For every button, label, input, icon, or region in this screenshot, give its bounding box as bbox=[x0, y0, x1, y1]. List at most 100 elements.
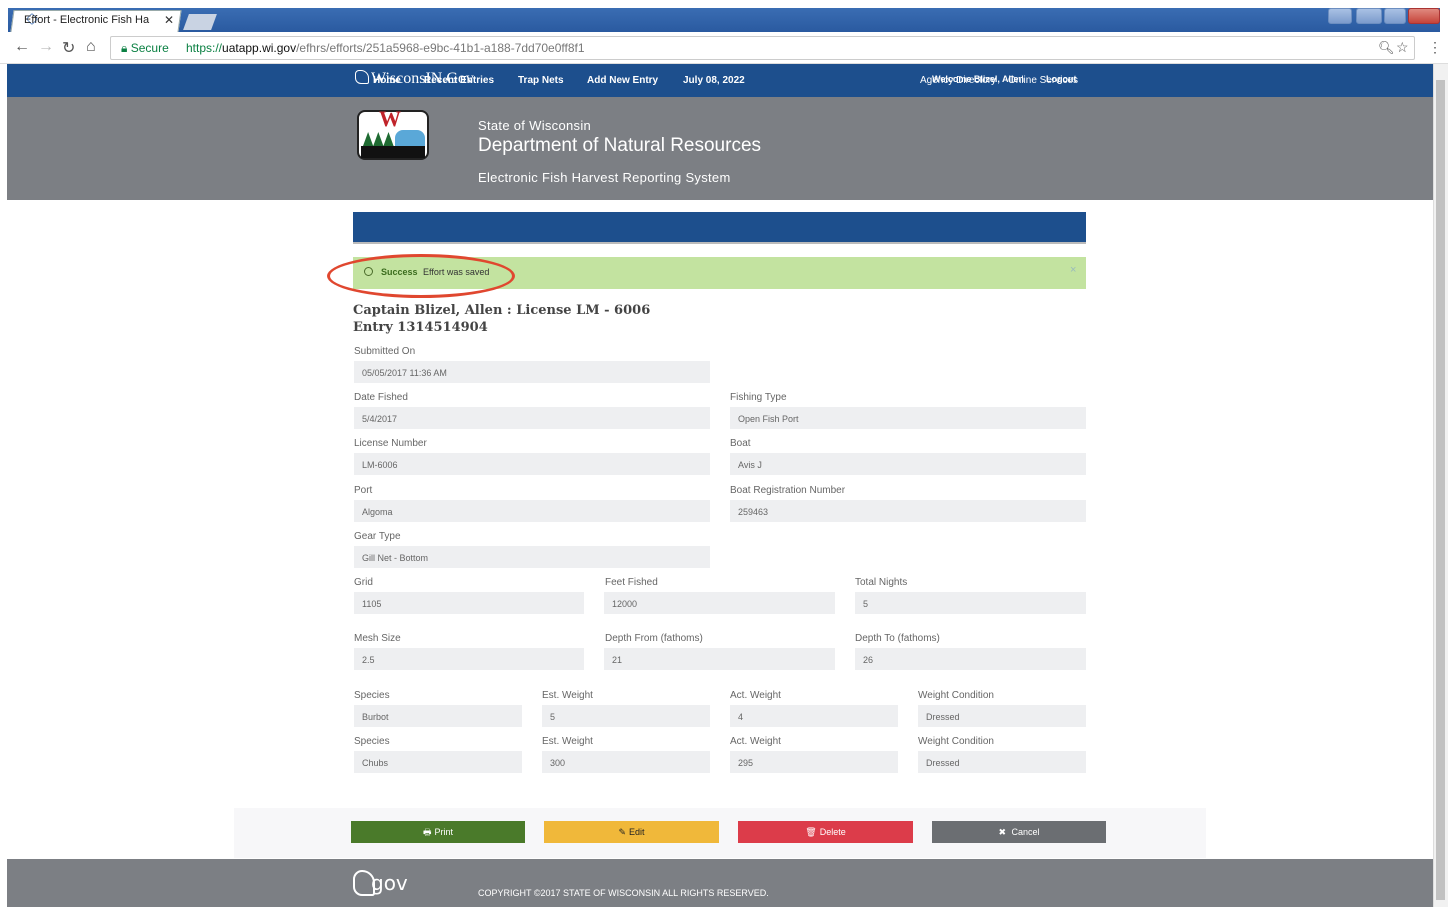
tab-close-icon[interactable]: ✕ bbox=[164, 13, 174, 27]
license-number-field: LM-6006 bbox=[354, 453, 710, 475]
depth-to-label: Depth To (fathoms) bbox=[855, 633, 940, 644]
page-footer bbox=[7, 859, 1433, 907]
close-icon: ✖ bbox=[998, 827, 1006, 837]
grid-label: Grid bbox=[354, 577, 373, 588]
edit-icon: ✎ bbox=[618, 827, 627, 837]
forward-icon[interactable]: → bbox=[38, 38, 54, 56]
depth-from-field: 21 bbox=[604, 648, 835, 670]
nav-trap-nets[interactable]: Trap Nets bbox=[518, 75, 564, 86]
fishing-type-label: Fishing Type bbox=[730, 392, 787, 403]
footer-gov-logo: gov bbox=[353, 870, 408, 896]
browser-menu-icon[interactable]: ⋮ bbox=[1428, 39, 1442, 56]
nav-home[interactable]: Home bbox=[373, 75, 401, 86]
nav-date: July 08, 2022 bbox=[683, 75, 745, 86]
delete-label: Delete bbox=[819, 827, 846, 837]
total-nights-field: 5 bbox=[855, 592, 1086, 614]
submitted-on-field: 05/05/2017 11:36 AM bbox=[354, 361, 710, 383]
entry-number: Entry 1314514904 bbox=[353, 320, 488, 335]
feet-fished-label: Feet Fished bbox=[605, 577, 658, 588]
est-weight-label: Est. Weight bbox=[542, 690, 593, 701]
url-text[interactable]: https://uatapp.wi.gov/efhrs/efforts/251a… bbox=[186, 41, 585, 55]
wisconsin-map-icon bbox=[355, 70, 369, 84]
lock-icon: 🔒︎ bbox=[121, 41, 128, 55]
est-weight-field: 300 bbox=[542, 751, 710, 773]
cancel-button[interactable]: ✖ Cancel bbox=[932, 821, 1106, 843]
url-host: uatapp.wi.gov bbox=[222, 41, 297, 55]
page-viewport: WisconsIN.Gov Agency Directory Online Se… bbox=[7, 64, 1433, 907]
tab-title: Effort - Electronic Fish Ha bbox=[24, 14, 150, 26]
secure-indicator[interactable]: 🔒︎ Secure bbox=[121, 41, 169, 56]
cancel-label: Cancel bbox=[1011, 827, 1040, 837]
fishing-type-field: Open Fish Port bbox=[730, 407, 1086, 429]
weight-condition-label: Weight Condition bbox=[918, 736, 994, 747]
weight-condition-field: Dressed bbox=[918, 705, 1086, 727]
species-label: Species bbox=[354, 736, 390, 747]
print-icon: 🖶︎ bbox=[422, 827, 432, 837]
captain-heading: Captain Blizel, Allen : License LM - 600… bbox=[353, 303, 651, 318]
weight-condition-label: Weight Condition bbox=[918, 690, 994, 701]
home-icon[interactable]: ⌂ bbox=[86, 38, 96, 56]
boat-registration-field: 259463 bbox=[730, 500, 1086, 522]
url-scheme: https:// bbox=[186, 41, 223, 55]
dnr-logo: W bbox=[357, 106, 429, 160]
print-button[interactable]: 🖶︎ Print bbox=[351, 821, 525, 843]
back-icon[interactable]: ← bbox=[14, 38, 30, 56]
act-weight-label: Act. Weight bbox=[730, 736, 781, 747]
bookmark-star-icon[interactable]: ☆ bbox=[1396, 39, 1409, 56]
trash-icon: 🗑︎ bbox=[805, 827, 817, 837]
weight-condition-field: Dressed bbox=[918, 751, 1086, 773]
submitted-on-label: Submitted On bbox=[354, 346, 416, 357]
close-window-button[interactable] bbox=[1408, 8, 1440, 24]
app-navbar bbox=[353, 212, 1086, 244]
boat-label: Boat bbox=[730, 438, 751, 449]
species-label: Species bbox=[354, 690, 390, 701]
department-name: Department of Natural Resources bbox=[478, 135, 762, 156]
act-weight-field: 295 bbox=[730, 751, 898, 773]
window-user-icon[interactable] bbox=[1328, 8, 1352, 24]
port-field: Algoma bbox=[354, 500, 710, 522]
new-tab-button[interactable] bbox=[183, 14, 217, 30]
url-path: /efhrs/efforts/251a5968-e9bc-41b1-a188-7… bbox=[296, 41, 585, 55]
window-titlebar bbox=[8, 8, 1440, 32]
est-weight-field: 5 bbox=[542, 705, 710, 727]
act-weight-field: 4 bbox=[730, 705, 898, 727]
species-field: Burbot bbox=[354, 705, 522, 727]
nav-recent-entries[interactable]: Recent Entries bbox=[424, 75, 494, 86]
mesh-size-field: 2.5 bbox=[354, 648, 584, 670]
total-nights-label: Total Nights bbox=[855, 577, 908, 588]
logout-link[interactable]: Logout bbox=[1046, 74, 1077, 84]
copyright-text: COPYRIGHT ©2017 STATE OF WISCONSIN ALL R… bbox=[478, 888, 769, 898]
maximize-button[interactable] bbox=[1384, 8, 1406, 24]
depth-to-field: 26 bbox=[855, 648, 1086, 670]
edit-label: Edit bbox=[629, 827, 645, 837]
boat-field: Avis J bbox=[730, 453, 1086, 475]
gear-type-field: Gill Net - Bottom bbox=[354, 546, 710, 568]
scrollbar-thumb[interactable] bbox=[1436, 80, 1445, 900]
edit-button[interactable]: ✎ Edit bbox=[544, 821, 719, 843]
alert-close-icon[interactable]: × bbox=[1070, 264, 1076, 276]
print-label: Print bbox=[434, 827, 453, 837]
footer-logo-text: gov bbox=[371, 871, 408, 895]
secure-label: Secure bbox=[130, 41, 169, 55]
nav-add-new-entry[interactable]: Add New Entry bbox=[587, 75, 658, 86]
minimize-button[interactable] bbox=[1356, 8, 1382, 24]
reload-icon[interactable]: ↻ bbox=[62, 38, 75, 58]
date-fished-label: Date Fished bbox=[354, 392, 408, 403]
depth-from-label: Depth From (fathoms) bbox=[605, 633, 703, 644]
port-label: Port bbox=[354, 485, 373, 496]
annotation-highlight-oval bbox=[327, 254, 515, 298]
browser-chrome: Effort - Electronic Fish Ha ✕ ← → ↻ ⌂ 🔒︎… bbox=[0, 0, 1448, 64]
license-number-label: License Number bbox=[354, 438, 427, 449]
delete-button[interactable]: 🗑︎ Delete bbox=[738, 821, 913, 843]
gear-type-label: Gear Type bbox=[354, 531, 401, 542]
boat-registration-label: Boat Registration Number bbox=[730, 485, 846, 496]
zoom-icon[interactable]: 🔍︎ bbox=[1378, 40, 1395, 56]
system-name: Electronic Fish Harvest Reporting System bbox=[478, 170, 731, 185]
welcome-text: Welcome Blizel, Allen bbox=[932, 74, 1025, 84]
date-fished-field: 5/4/2017 bbox=[354, 407, 710, 429]
est-weight-label: Est. Weight bbox=[542, 736, 593, 747]
mesh-size-label: Mesh Size bbox=[354, 633, 401, 644]
species-field: Chubs bbox=[354, 751, 522, 773]
state-name: State of Wisconsin bbox=[478, 118, 592, 133]
feet-fished-field: 12000 bbox=[604, 592, 835, 614]
